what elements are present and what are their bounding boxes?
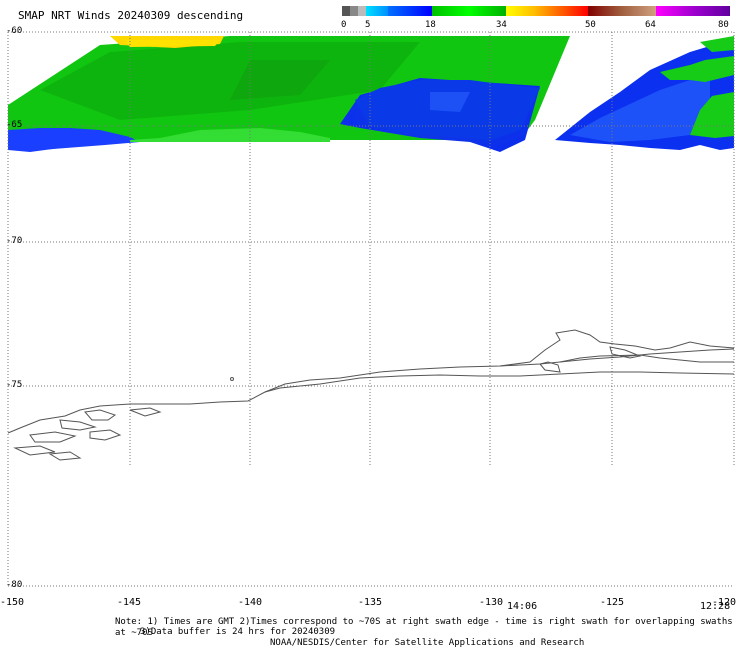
lon-label-130: -130 <box>479 597 504 608</box>
lat-label-70: -70 <box>6 236 23 246</box>
lat-label-60: -60 <box>6 26 23 36</box>
lat-label-80: -80 <box>6 580 23 590</box>
wind-swath-left <box>8 36 570 152</box>
lat-label-65: -65 <box>6 120 23 130</box>
lon-label-135: -135 <box>358 597 383 608</box>
swath-time-label-1: 14:06 <box>507 601 538 612</box>
lon-label-150: -150 <box>0 597 25 608</box>
wind-map <box>7 31 735 587</box>
lat-label-75: -75 <box>6 380 23 390</box>
swath-time-label-2: 12:28 <box>700 601 731 612</box>
credit-line: NOAA/NESDIS/Center for Satellite Applica… <box>270 638 585 648</box>
lon-label-140: -140 <box>238 597 263 608</box>
lon-label-145: -145 <box>117 597 142 608</box>
coastline <box>7 329 735 461</box>
note-line-2: 3)Data buffer is 24 hrs for 20240309 <box>140 627 336 637</box>
lon-label-125: -125 <box>600 597 625 608</box>
wind-swath-right <box>555 36 734 150</box>
